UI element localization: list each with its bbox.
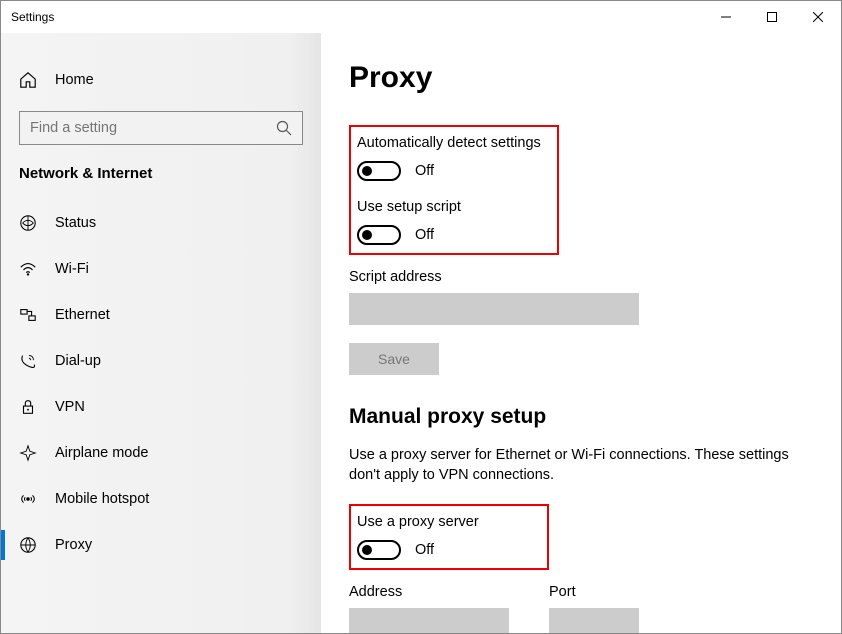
sidebar-item-label: Airplane mode [55,445,149,461]
sidebar-item-proxy[interactable]: Proxy [1,522,321,568]
category-header: Network & Internet [1,165,321,200]
main-content: Proxy Automatically detect settings Off … [321,33,841,633]
sidebar-item-hotspot[interactable]: Mobile hotspot [1,476,321,522]
sidebar-item-status[interactable]: Status [1,200,321,246]
search-box[interactable] [19,111,303,145]
sidebar-item-dialup[interactable]: Dial-up [1,338,321,384]
setup-script-label: Use setup script [357,199,551,215]
manual-setup-desc: Use a proxy server for Ethernet or Wi-Fi… [349,445,789,486]
auto-detect-state: Off [415,163,434,179]
home-icon [19,71,37,89]
setup-script-toggle[interactable] [357,225,401,245]
close-icon [813,12,823,22]
script-address-label: Script address [349,269,817,285]
status-icon [19,214,37,232]
setup-script-state: Off [415,227,434,243]
sidebar-item-label: Proxy [55,537,92,553]
sidebar: Home Network & Internet Status Wi-Fi Eth… [1,33,321,633]
address-input[interactable] [349,608,509,633]
sidebar-item-label: Status [55,215,96,231]
sidebar-item-label: Dial-up [55,353,101,369]
manual-setup-header: Manual proxy setup [349,405,817,429]
sidebar-item-vpn[interactable]: VPN [1,384,321,430]
home-nav[interactable]: Home [1,63,321,97]
highlight-manual-proxy: Use a proxy server Off [349,504,549,570]
sidebar-item-airplane[interactable]: Airplane mode [1,430,321,476]
sidebar-item-label: VPN [55,399,85,415]
use-proxy-toggle[interactable] [357,540,401,560]
save-button[interactable]: Save [349,343,439,375]
airplane-icon [19,444,37,462]
use-proxy-state: Off [415,542,434,558]
minimize-icon [721,12,731,22]
use-proxy-label: Use a proxy server [357,514,541,530]
search-input[interactable] [30,120,276,136]
wifi-icon [19,260,37,278]
hotspot-icon [19,490,37,508]
page-title: Proxy [349,61,817,95]
titlebar: Settings [1,1,841,33]
ethernet-icon [19,306,37,324]
window-title: Settings [11,10,54,24]
highlight-auto-setup: Automatically detect settings Off Use se… [349,125,559,255]
minimize-button[interactable] [703,1,749,33]
port-input[interactable] [549,608,639,633]
port-label: Port [549,584,639,600]
search-icon [276,120,292,136]
sidebar-item-label: Wi-Fi [55,261,89,277]
maximize-button[interactable] [749,1,795,33]
proxy-icon [19,536,37,554]
sidebar-item-wifi[interactable]: Wi-Fi [1,246,321,292]
auto-detect-label: Automatically detect settings [357,135,551,151]
vpn-icon [19,398,37,416]
sidebar-item-ethernet[interactable]: Ethernet [1,292,321,338]
sidebar-item-label: Mobile hotspot [55,491,149,507]
script-address-input[interactable] [349,293,639,325]
home-label: Home [55,72,94,88]
sidebar-item-label: Ethernet [55,307,110,323]
address-label: Address [349,584,509,600]
auto-detect-toggle[interactable] [357,161,401,181]
dialup-icon [19,352,37,370]
close-button[interactable] [795,1,841,33]
nav-list: Status Wi-Fi Ethernet Dial-up VPN Airpla [1,200,321,568]
maximize-icon [767,12,777,22]
